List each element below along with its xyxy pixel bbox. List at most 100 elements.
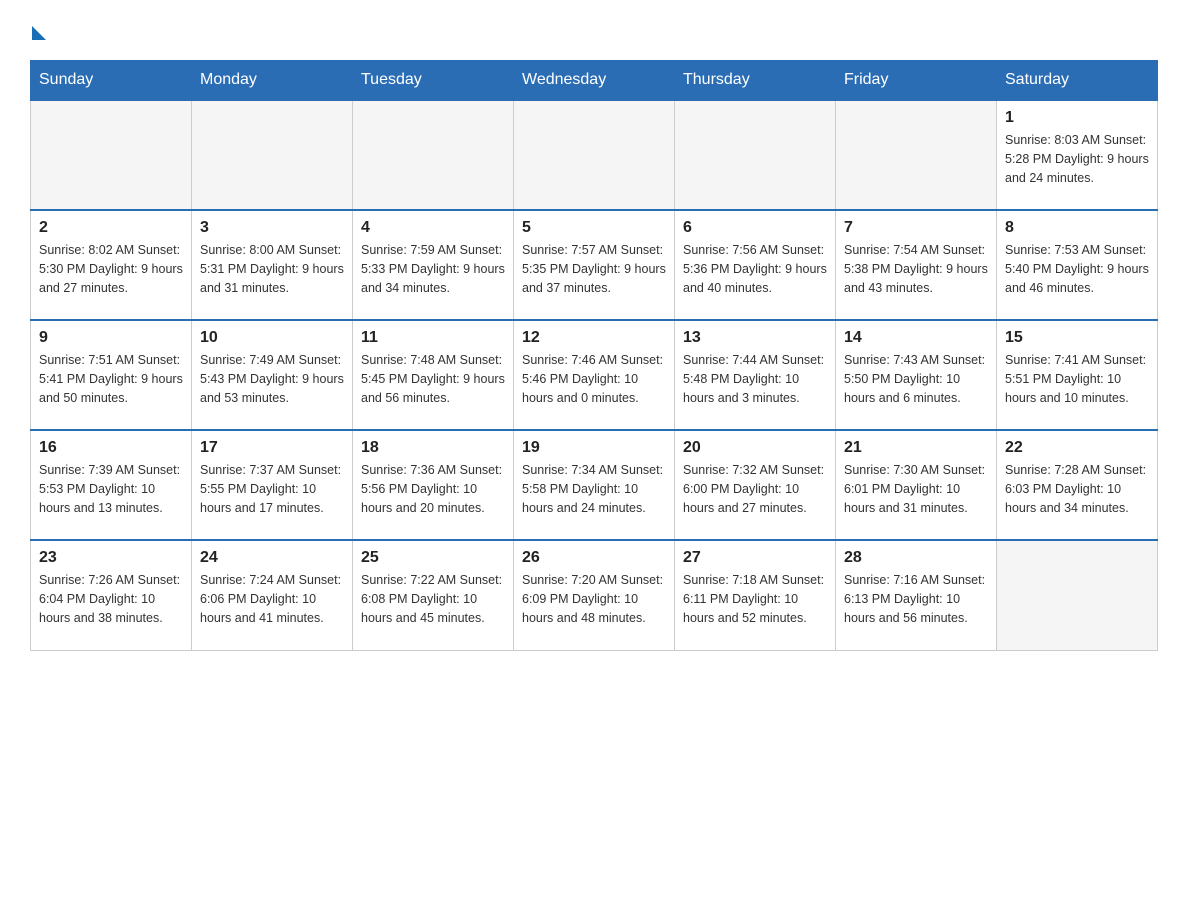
day-number: 17 bbox=[200, 439, 344, 457]
calendar-cell: 21 Sunrise: 7:30 AM Sunset: 6:01 PM Dayli… bbox=[836, 430, 997, 540]
calendar-header-friday: Friday bbox=[836, 61, 997, 101]
calendar-cell: 6Sunrise: 7:56 AM Sunset: 5:36 PM Daylig… bbox=[675, 210, 836, 320]
calendar-cell: 20 Sunrise: 7:32 AM Sunset: 6:00 PM Dayli… bbox=[675, 430, 836, 540]
calendar-cell bbox=[192, 100, 353, 210]
logo bbox=[30, 20, 46, 40]
calendar-cell: 24 Sunrise: 7:24 AM Sunset: 6:06 PM Dayli… bbox=[192, 540, 353, 650]
day-info: Sunrise: 7:36 AM Sunset: 5:56 PM Dayligh… bbox=[361, 461, 505, 517]
calendar-cell bbox=[31, 100, 192, 210]
day-number: 20 bbox=[683, 439, 827, 457]
day-info: Sunrise: 7:32 AM Sunset: 6:00 PM Dayligh… bbox=[683, 461, 827, 517]
day-info: Sunrise: 8:03 AM Sunset: 5:28 PM Dayligh… bbox=[1005, 131, 1149, 187]
calendar-cell: 13 Sunrise: 7:44 AM Sunset: 5:48 PM Dayli… bbox=[675, 320, 836, 430]
day-number: 13 bbox=[683, 329, 827, 347]
day-number: 12 bbox=[522, 329, 666, 347]
calendar-cell: 4 Sunrise: 7:59 AM Sunset: 5:33 PM Daylig… bbox=[353, 210, 514, 320]
calendar-week-row: 2 Sunrise: 8:02 AM Sunset: 5:30 PM Daylig… bbox=[31, 210, 1158, 320]
calendar-cell: 26 Sunrise: 7:20 AM Sunset: 6:09 PM Dayli… bbox=[514, 540, 675, 650]
day-number: 19 bbox=[522, 439, 666, 457]
day-number: 21 bbox=[844, 439, 988, 457]
calendar-cell bbox=[836, 100, 997, 210]
calendar-cell: 17 Sunrise: 7:37 AM Sunset: 5:55 PM Dayli… bbox=[192, 430, 353, 540]
day-number: 18 bbox=[361, 439, 505, 457]
calendar-cell: 3 Sunrise: 8:00 AM Sunset: 5:31 PM Daylig… bbox=[192, 210, 353, 320]
day-info: Sunrise: 7:59 AM Sunset: 5:33 PM Dayligh… bbox=[361, 241, 505, 297]
day-info: Sunrise: 7:20 AM Sunset: 6:09 PM Dayligh… bbox=[522, 571, 666, 627]
day-number: 16 bbox=[39, 439, 183, 457]
day-number: 28 bbox=[844, 549, 988, 567]
calendar-header-thursday: Thursday bbox=[675, 61, 836, 101]
calendar-cell: 5 Sunrise: 7:57 AM Sunset: 5:35 PM Daylig… bbox=[514, 210, 675, 320]
calendar-cell bbox=[514, 100, 675, 210]
day-number: 15 bbox=[1005, 329, 1149, 347]
calendar-cell: 18 Sunrise: 7:36 AM Sunset: 5:56 PM Dayli… bbox=[353, 430, 514, 540]
day-number: 3 bbox=[200, 219, 344, 237]
day-info: Sunrise: 7:53 AM Sunset: 5:40 PM Dayligh… bbox=[1005, 241, 1149, 297]
day-info: Sunrise: 8:00 AM Sunset: 5:31 PM Dayligh… bbox=[200, 241, 344, 297]
day-info: Sunrise: 7:41 AM Sunset: 5:51 PM Dayligh… bbox=[1005, 351, 1149, 407]
day-info: Sunrise: 7:44 AM Sunset: 5:48 PM Dayligh… bbox=[683, 351, 827, 407]
calendar-cell: 25 Sunrise: 7:22 AM Sunset: 6:08 PM Dayli… bbox=[353, 540, 514, 650]
calendar-week-row: 9 Sunrise: 7:51 AM Sunset: 5:41 PM Daylig… bbox=[31, 320, 1158, 430]
day-info: Sunrise: 7:51 AM Sunset: 5:41 PM Dayligh… bbox=[39, 351, 183, 407]
calendar-cell: 23 Sunrise: 7:26 AM Sunset: 6:04 PM Dayli… bbox=[31, 540, 192, 650]
day-number: 9 bbox=[39, 329, 183, 347]
day-number: 11 bbox=[361, 329, 505, 347]
day-number: 5 bbox=[522, 219, 666, 237]
calendar-week-row: 16 Sunrise: 7:39 AM Sunset: 5:53 PM Dayli… bbox=[31, 430, 1158, 540]
day-info: Sunrise: 7:46 AM Sunset: 5:46 PM Dayligh… bbox=[522, 351, 666, 407]
calendar-cell bbox=[675, 100, 836, 210]
logo-triangle-icon bbox=[32, 26, 46, 40]
calendar-week-row: 23 Sunrise: 7:26 AM Sunset: 6:04 PM Dayli… bbox=[31, 540, 1158, 650]
calendar-header-tuesday: Tuesday bbox=[353, 61, 514, 101]
calendar-header-row: SundayMondayTuesdayWednesdayThursdayFrid… bbox=[31, 61, 1158, 101]
calendar-cell: 22Sunrise: 7:28 AM Sunset: 6:03 PM Dayli… bbox=[997, 430, 1158, 540]
day-number: 26 bbox=[522, 549, 666, 567]
day-info: Sunrise: 7:30 AM Sunset: 6:01 PM Dayligh… bbox=[844, 461, 988, 517]
calendar-cell: 10 Sunrise: 7:49 AM Sunset: 5:43 PM Dayli… bbox=[192, 320, 353, 430]
calendar-cell: 27 Sunrise: 7:18 AM Sunset: 6:11 PM Dayli… bbox=[675, 540, 836, 650]
day-number: 1 bbox=[1005, 109, 1149, 127]
day-info: Sunrise: 7:22 AM Sunset: 6:08 PM Dayligh… bbox=[361, 571, 505, 627]
day-info: Sunrise: 7:18 AM Sunset: 6:11 PM Dayligh… bbox=[683, 571, 827, 627]
day-number: 25 bbox=[361, 549, 505, 567]
day-info: Sunrise: 7:24 AM Sunset: 6:06 PM Dayligh… bbox=[200, 571, 344, 627]
day-number: 14 bbox=[844, 329, 988, 347]
day-number: 4 bbox=[361, 219, 505, 237]
calendar-cell: 12 Sunrise: 7:46 AM Sunset: 5:46 PM Dayli… bbox=[514, 320, 675, 430]
calendar-cell: 11 Sunrise: 7:48 AM Sunset: 5:45 PM Dayli… bbox=[353, 320, 514, 430]
calendar-cell: 8 Sunrise: 7:53 AM Sunset: 5:40 PM Daylig… bbox=[997, 210, 1158, 320]
day-info: Sunrise: 7:49 AM Sunset: 5:43 PM Dayligh… bbox=[200, 351, 344, 407]
day-info: Sunrise: 7:56 AM Sunset: 5:36 PM Dayligh… bbox=[683, 241, 827, 297]
calendar-table: SundayMondayTuesdayWednesdayThursdayFrid… bbox=[30, 60, 1158, 651]
day-info: Sunrise: 7:48 AM Sunset: 5:45 PM Dayligh… bbox=[361, 351, 505, 407]
calendar-cell: 1 Sunrise: 8:03 AM Sunset: 5:28 PM Daylig… bbox=[997, 100, 1158, 210]
day-info: Sunrise: 7:16 AM Sunset: 6:13 PM Dayligh… bbox=[844, 571, 988, 627]
calendar-cell: 16 Sunrise: 7:39 AM Sunset: 5:53 PM Dayli… bbox=[31, 430, 192, 540]
day-info: Sunrise: 7:37 AM Sunset: 5:55 PM Dayligh… bbox=[200, 461, 344, 517]
day-info: Sunrise: 7:39 AM Sunset: 5:53 PM Dayligh… bbox=[39, 461, 183, 517]
calendar-header-monday: Monday bbox=[192, 61, 353, 101]
calendar-header-saturday: Saturday bbox=[997, 61, 1158, 101]
calendar-cell: 15 Sunrise: 7:41 AM Sunset: 5:51 PM Dayli… bbox=[997, 320, 1158, 430]
calendar-cell bbox=[353, 100, 514, 210]
calendar-cell bbox=[997, 540, 1158, 650]
day-info: Sunrise: 7:57 AM Sunset: 5:35 PM Dayligh… bbox=[522, 241, 666, 297]
calendar-cell: 2 Sunrise: 8:02 AM Sunset: 5:30 PM Daylig… bbox=[31, 210, 192, 320]
page-header bbox=[30, 20, 1158, 40]
day-info: Sunrise: 7:26 AM Sunset: 6:04 PM Dayligh… bbox=[39, 571, 183, 627]
calendar-cell: 19 Sunrise: 7:34 AM Sunset: 5:58 PM Dayli… bbox=[514, 430, 675, 540]
calendar-cell: 9 Sunrise: 7:51 AM Sunset: 5:41 PM Daylig… bbox=[31, 320, 192, 430]
day-info: Sunrise: 8:02 AM Sunset: 5:30 PM Dayligh… bbox=[39, 241, 183, 297]
day-number: 10 bbox=[200, 329, 344, 347]
day-number: 23 bbox=[39, 549, 183, 567]
calendar-header-sunday: Sunday bbox=[31, 61, 192, 101]
day-number: 2 bbox=[39, 219, 183, 237]
day-number: 7 bbox=[844, 219, 988, 237]
day-info: Sunrise: 7:34 AM Sunset: 5:58 PM Dayligh… bbox=[522, 461, 666, 517]
day-number: 8 bbox=[1005, 219, 1149, 237]
day-number: 24 bbox=[200, 549, 344, 567]
day-info: Sunrise: 7:43 AM Sunset: 5:50 PM Dayligh… bbox=[844, 351, 988, 407]
day-number: 27 bbox=[683, 549, 827, 567]
calendar-week-row: 1 Sunrise: 8:03 AM Sunset: 5:28 PM Daylig… bbox=[31, 100, 1158, 210]
